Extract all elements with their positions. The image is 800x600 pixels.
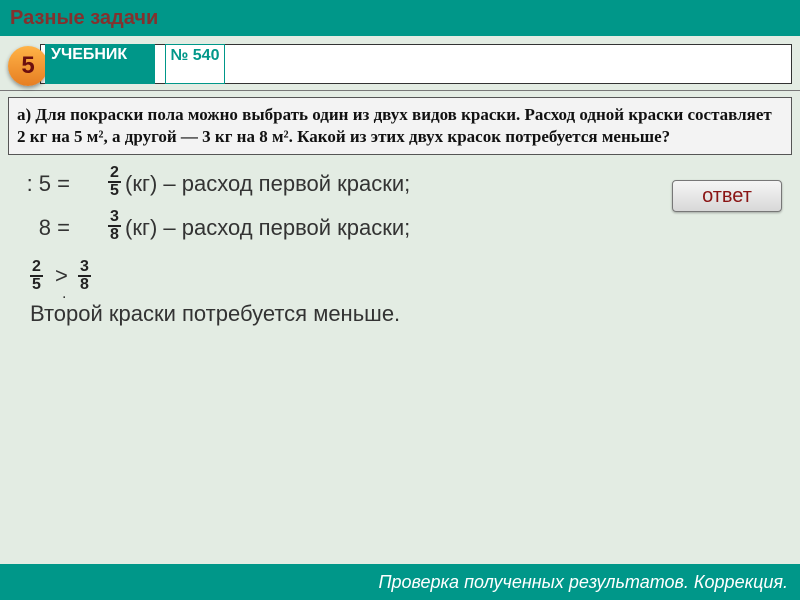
problem-box: а) Для покраски пола можно выбрать один … [8,97,792,155]
work-area: : 5 = 2 5 (кг) – расход первой краски; 8… [0,155,800,301]
eq1-denominator: 5 [108,183,121,199]
cmp-b-num: 3 [78,259,91,277]
task-number: № 540 [171,47,220,64]
cmp-b-den: 8 [78,277,91,293]
textbook-label: УЧЕБНИК [51,46,127,63]
eq2-fraction: 3 8 [108,209,121,243]
header-bar: Разные задачи [0,0,800,36]
slide: Разные задачи 5 УЧЕБНИК № 540 а) Для пок… [0,0,800,600]
comparison-row: 2 5 > 3 8 . [0,257,800,301]
cmp-frac-b: 3 8 [78,259,91,293]
textbook-tab: УЧЕБНИК [45,44,155,84]
problem-text: а) Для покраски пола можно выбрать один … [17,105,772,146]
answer-button[interactable]: ответ [672,180,782,212]
footer-text: Проверка полученных результатов. Коррекц… [378,572,788,592]
cmp-a-num: 2 [30,259,43,277]
work-line-2: 8 = 3 8 (кг) – расход первой краски; [0,207,800,251]
slide-title: Разные задачи [10,7,158,29]
eq1-desc: (кг) – расход первой краски; [125,171,410,197]
task-number-tab: № 540 [165,44,225,84]
eq2-numerator: 3 [108,209,121,227]
eq2-denominator: 8 [108,227,121,243]
answer-button-label: ответ [702,185,752,207]
eq2-left: 8 = [0,215,70,241]
eq1-numerator: 2 [108,165,121,183]
eq1-left: : 5 = [0,171,70,197]
cmp-frac-a: 2 5 [30,259,43,293]
grade-badge: 5 [8,46,48,86]
eq1-fraction: 2 5 [108,165,121,199]
footer-bar: Проверка полученных результатов. Коррекц… [0,564,800,600]
eq2-desc: (кг) – расход первой краски; [125,215,410,241]
cmp-a-den: 5 [30,277,43,293]
conclusion-text: Второй краски потребуется меньше. [30,301,450,327]
grade-number: 5 [21,52,34,80]
ref-row: 5 УЧЕБНИК № 540 [0,36,800,91]
